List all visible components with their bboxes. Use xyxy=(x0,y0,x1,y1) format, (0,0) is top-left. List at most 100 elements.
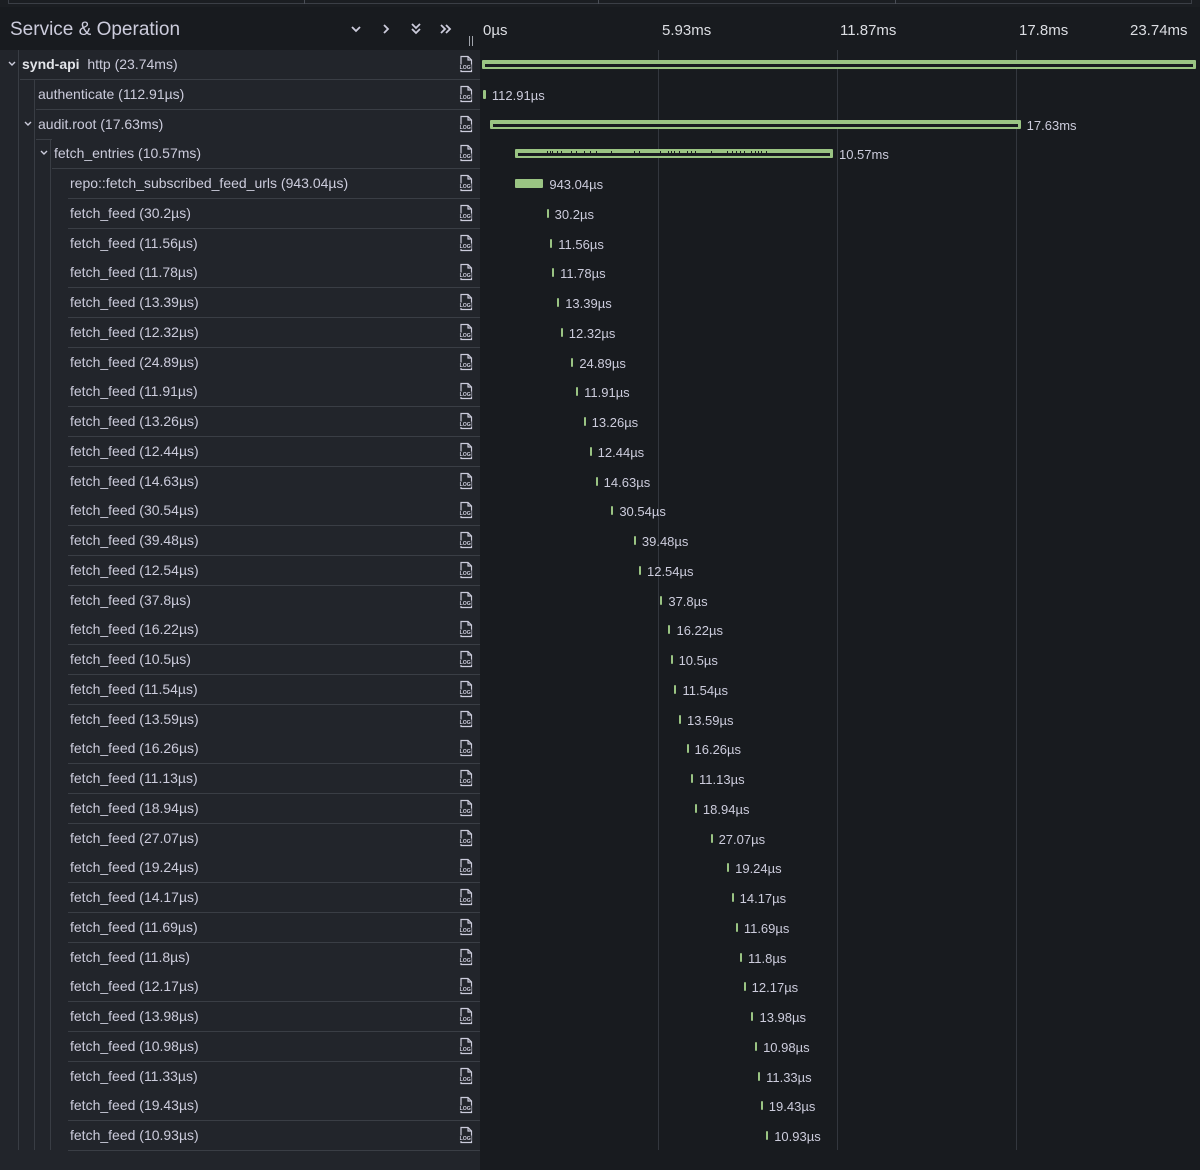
view-logs-icon[interactable]: LOG xyxy=(457,85,475,103)
span-row: fetch_feed (37.8µs) LOG 37.8µs xyxy=(0,585,1200,616)
view-logs-icon[interactable]: LOG xyxy=(457,591,475,609)
span-bar[interactable] xyxy=(550,238,553,248)
child-span-marker xyxy=(611,151,613,157)
view-logs-icon[interactable]: LOG xyxy=(457,561,475,579)
child-span-marker xyxy=(546,151,548,157)
view-logs-icon[interactable]: LOG xyxy=(457,531,475,549)
view-logs-icon[interactable]: LOG xyxy=(457,293,475,311)
span-bar[interactable] xyxy=(571,357,574,367)
span-bar[interactable] xyxy=(758,1071,761,1081)
span-bar[interactable] xyxy=(583,417,586,426)
view-logs-icon[interactable]: LOG xyxy=(457,888,475,906)
view-logs-icon[interactable]: LOG xyxy=(457,263,475,281)
view-logs-icon[interactable]: LOG xyxy=(457,858,475,876)
view-logs-icon[interactable]: LOG xyxy=(457,620,475,638)
span-bar[interactable] xyxy=(595,476,598,486)
span-bar[interactable] xyxy=(731,893,734,902)
span-bar[interactable] xyxy=(760,1101,763,1111)
span-bar[interactable] xyxy=(633,536,636,545)
span-bar[interactable] xyxy=(552,268,555,278)
view-logs-icon[interactable]: LOG xyxy=(457,174,475,192)
span-bar[interactable] xyxy=(515,179,544,188)
span-name: fetch_feed (19.24µs) xyxy=(70,859,199,876)
span-bar[interactable] xyxy=(482,89,486,99)
span-bar[interactable] xyxy=(668,625,671,635)
span-bar[interactable] xyxy=(755,1041,758,1051)
svg-text:LOG: LOG xyxy=(460,125,471,131)
view-logs-icon[interactable]: LOG xyxy=(457,650,475,668)
span-bar[interactable] xyxy=(678,714,681,724)
span-bar[interactable] xyxy=(660,595,663,605)
span-row: fetch_feed (24.89µs) LOG 24.89µs xyxy=(0,347,1200,378)
span-bar[interactable] xyxy=(560,327,563,337)
span-bar[interactable] xyxy=(691,774,694,783)
view-logs-icon[interactable]: LOG xyxy=(457,144,475,162)
top-minimap-strip xyxy=(0,0,1200,7)
svg-text:LOG: LOG xyxy=(460,987,471,993)
span-duration-label: 11.8µs xyxy=(748,950,787,966)
view-logs-icon[interactable]: LOG xyxy=(457,1096,475,1114)
view-logs-icon[interactable]: LOG xyxy=(457,501,475,519)
view-logs-icon[interactable]: LOG xyxy=(457,353,475,371)
view-logs-icon[interactable]: LOG xyxy=(457,204,475,222)
child-span-marker xyxy=(660,151,662,157)
view-logs-icon[interactable]: LOG xyxy=(457,1067,475,1085)
expand-toggle[interactable] xyxy=(7,57,19,71)
view-logs-icon[interactable]: LOG xyxy=(457,710,475,728)
svg-text:LOG: LOG xyxy=(460,154,471,160)
pane-resize-handle[interactable] xyxy=(468,36,474,46)
expand-toggle[interactable] xyxy=(39,146,51,160)
span-bar[interactable] xyxy=(727,863,730,873)
minimap-rail xyxy=(8,0,1192,4)
view-logs-icon[interactable]: LOG xyxy=(457,918,475,936)
view-logs-icon[interactable]: LOG xyxy=(457,382,475,400)
svg-text:LOG: LOG xyxy=(460,244,471,250)
view-logs-icon[interactable]: LOG xyxy=(457,977,475,995)
view-logs-icon[interactable]: LOG xyxy=(457,1037,475,1055)
span-bar[interactable] xyxy=(710,833,713,843)
span-bar[interactable] xyxy=(674,684,677,694)
expand-all-button[interactable] xyxy=(437,20,455,38)
span-duration-label: 16.22µs xyxy=(676,623,723,639)
span-bar[interactable] xyxy=(546,208,549,218)
view-logs-icon[interactable]: LOG xyxy=(457,55,475,73)
view-logs-icon[interactable]: LOG xyxy=(457,442,475,460)
span-bar[interactable] xyxy=(670,655,673,664)
view-logs-icon[interactable]: LOG xyxy=(457,948,475,966)
span-row: fetch_feed (10.5µs) LOG 10.5µs xyxy=(0,645,1200,675)
span-bar[interactable] xyxy=(743,982,746,992)
span-name: authenticate (112.91µs) xyxy=(38,85,185,102)
view-logs-icon[interactable]: LOG xyxy=(457,115,475,133)
view-logs-icon[interactable]: LOG xyxy=(457,234,475,252)
collapse-all-button[interactable] xyxy=(407,20,425,38)
collapse-one-button[interactable] xyxy=(347,20,365,38)
view-logs-icon[interactable]: LOG xyxy=(457,769,475,787)
span-duration-label: 30.54µs xyxy=(619,504,666,520)
span-bar[interactable] xyxy=(686,744,689,754)
span-bar[interactable] xyxy=(694,803,697,813)
view-logs-icon[interactable]: LOG xyxy=(457,739,475,757)
expand-toggle[interactable] xyxy=(23,117,35,131)
span-bar[interactable] xyxy=(589,446,592,456)
span-name: repo::fetch_subscribed_feed_urls (943.04… xyxy=(70,175,349,191)
view-logs-icon[interactable]: LOG xyxy=(457,829,475,847)
span-bar[interactable] xyxy=(557,298,560,307)
span-duration-label: 13.59µs xyxy=(686,712,734,728)
span-bar[interactable] xyxy=(611,506,614,516)
view-logs-icon[interactable]: LOG xyxy=(457,799,475,817)
view-logs-icon[interactable]: LOG xyxy=(457,1126,475,1144)
expand-one-button[interactable] xyxy=(377,20,395,38)
span-bar[interactable] xyxy=(740,952,743,962)
span-bar[interactable] xyxy=(638,565,641,575)
span-bar[interactable] xyxy=(576,387,579,397)
span-bar[interactable] xyxy=(751,1012,754,1021)
span-row: fetch_feed (14.63µs) LOG 14.63µs xyxy=(0,466,1200,497)
view-logs-icon[interactable]: LOG xyxy=(457,1007,475,1025)
view-logs-icon[interactable]: LOG xyxy=(457,472,475,490)
span-row: repo::fetch_subscribed_feed_urls (943.04… xyxy=(0,169,1200,199)
view-logs-icon[interactable]: LOG xyxy=(457,680,475,698)
view-logs-icon[interactable]: LOG xyxy=(457,412,475,430)
view-logs-icon[interactable]: LOG xyxy=(457,323,475,341)
span-bar[interactable] xyxy=(735,922,738,932)
span-bar[interactable] xyxy=(766,1131,769,1140)
